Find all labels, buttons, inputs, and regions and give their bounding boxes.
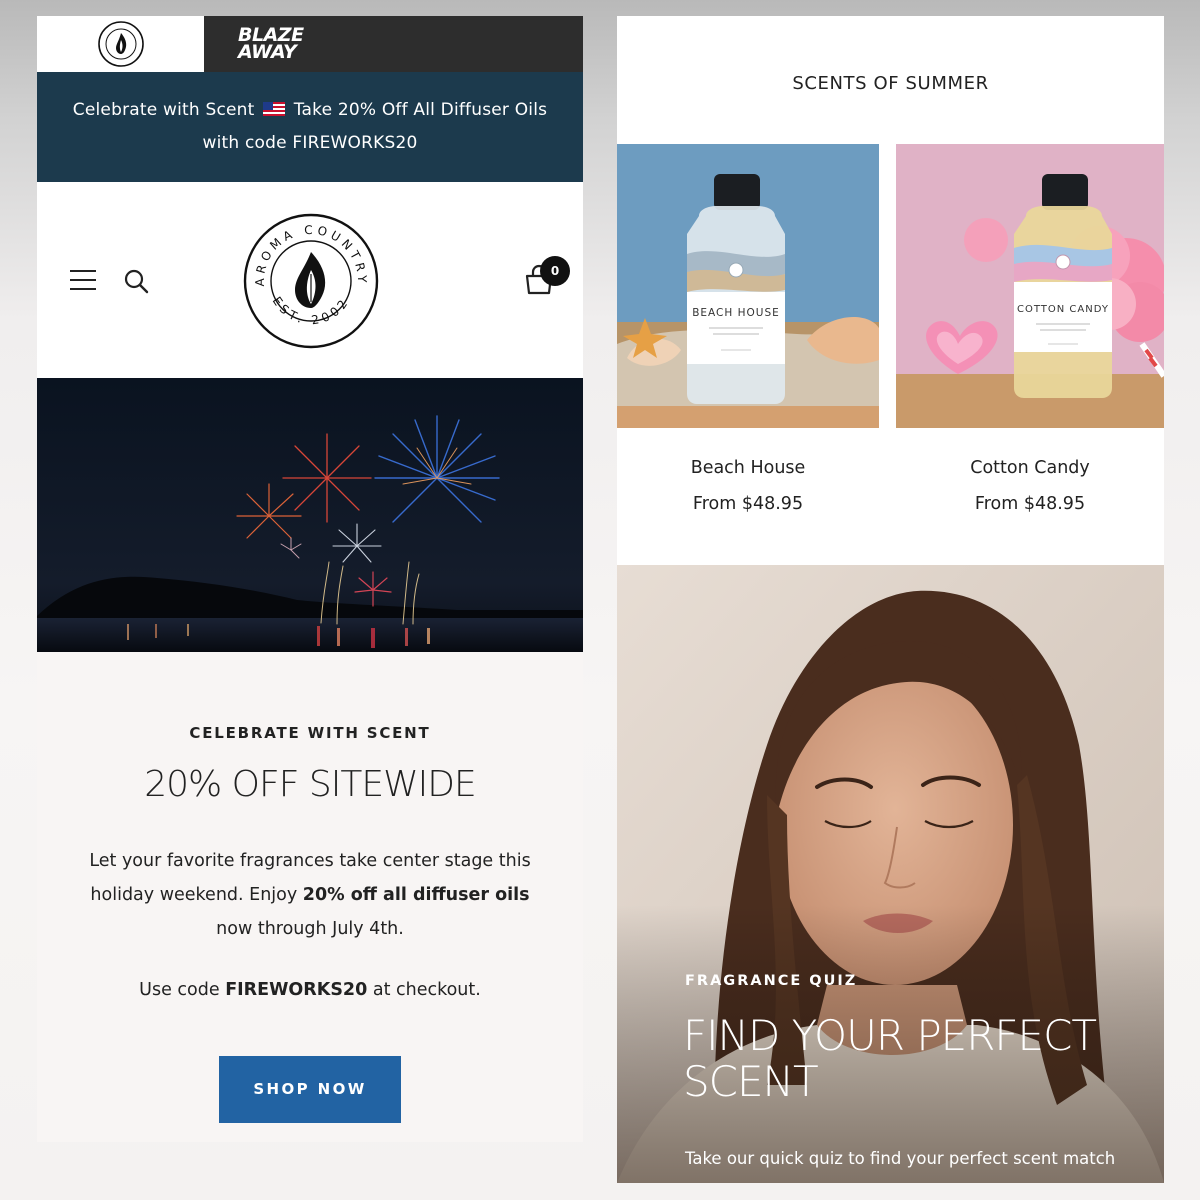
promo-code-suffix: at checkout. xyxy=(367,980,481,1000)
product-image: BEACH HOUSE xyxy=(617,144,879,428)
announcement-bar: Celebrate with Scent Take 20% Off All Di… xyxy=(37,72,583,182)
store-header: AROMA COUNTRY EST. 2002 0 xyxy=(37,182,583,378)
product-grid: BEACH HOUSE Beach House From $48.95 COTT… xyxy=(617,144,1164,566)
fireworks-hero-image[interactable] xyxy=(37,378,583,652)
section-heading: SCENTS OF SUMMER xyxy=(617,16,1164,144)
product-card-beach-house[interactable]: BEACH HOUSE Beach House From $48.95 xyxy=(617,144,879,514)
promo-eyebrow: CELEBRATE WITH SCENT xyxy=(189,724,431,742)
product-card-cotton-candy[interactable]: COTTON CANDY Cotton Candy From $48.95 xyxy=(896,144,1164,514)
product-name[interactable]: Cotton Candy xyxy=(896,458,1164,478)
us-flag-icon xyxy=(263,102,286,116)
product-image: COTTON CANDY xyxy=(896,144,1164,428)
product-name[interactable]: Beach House xyxy=(617,458,879,478)
hamburger-menu-icon[interactable] xyxy=(70,270,96,290)
brand-strip: BLAZE AWAY xyxy=(37,16,583,72)
email-right-column: SCENTS OF SUMMER BEACH HOUSE Beach House… xyxy=(617,16,1164,1183)
aroma-country-logo[interactable]: AROMA COUNTRY EST. 2002 xyxy=(242,212,380,350)
promo-title: 20% OFF SITEWIDE xyxy=(144,764,477,805)
bottle-label-text: BEACH HOUSE xyxy=(692,307,780,319)
fragrance-quiz-banner[interactable]: FRAGRANCE QUIZ FIND YOUR PERFECT SCENT T… xyxy=(617,565,1164,1183)
promo-body: Let your favorite fragrances take center… xyxy=(81,844,539,946)
promo-code-line: Use code FIREWORKS20 at checkout. xyxy=(37,980,583,1000)
promo-section: CELEBRATE WITH SCENT 20% OFF SITEWIDE Le… xyxy=(37,652,583,1142)
announcement-text: Celebrate with Scent xyxy=(72,100,255,120)
quiz-title: FIND YOUR PERFECT SCENT xyxy=(683,1011,1097,1106)
announcement-line-2: with code FIREWORKS20 xyxy=(202,133,418,153)
aroma-country-small-logo[interactable] xyxy=(37,16,204,72)
product-price: From $48.95 xyxy=(692,494,804,514)
quiz-subtitle: Take our quick quiz to find your perfect… xyxy=(685,1149,1116,1168)
promo-body-text-end: now through July 4th. xyxy=(216,919,404,939)
promo-body-highlight: 20% off all diffuser oils xyxy=(302,885,530,905)
quiz-eyebrow: FRAGRANCE QUIZ xyxy=(685,973,858,989)
fireworks-image xyxy=(37,378,583,652)
bottle-label-text: COTTON CANDY xyxy=(1017,304,1109,315)
beach-house-bottle-image: BEACH HOUSE xyxy=(617,144,879,428)
email-left-column: BLAZE AWAY Celebrate with Scent Take 20%… xyxy=(37,16,583,1142)
shop-now-button[interactable]: SHOP NOW xyxy=(219,1056,401,1123)
blaze-away-wordmark: BLAZE AWAY xyxy=(238,24,304,63)
search-icon[interactable] xyxy=(123,268,149,294)
announcement-line-1: Celebrate with Scent Take 20% Off All Di… xyxy=(37,94,583,127)
blaze-away-logo[interactable]: BLAZE AWAY xyxy=(204,16,583,72)
announcement-offer: Take 20% Off All Diffuser Oils xyxy=(293,100,548,120)
promo-code-prefix: Use code xyxy=(139,980,226,1000)
cotton-candy-bottle-image: COTTON CANDY xyxy=(896,144,1164,428)
product-price: From $48.95 xyxy=(974,494,1086,514)
flame-logo-icon xyxy=(97,21,144,67)
promo-code: FIREWORKS20 xyxy=(225,980,368,1000)
cart-count-badge: 0 xyxy=(540,256,570,286)
